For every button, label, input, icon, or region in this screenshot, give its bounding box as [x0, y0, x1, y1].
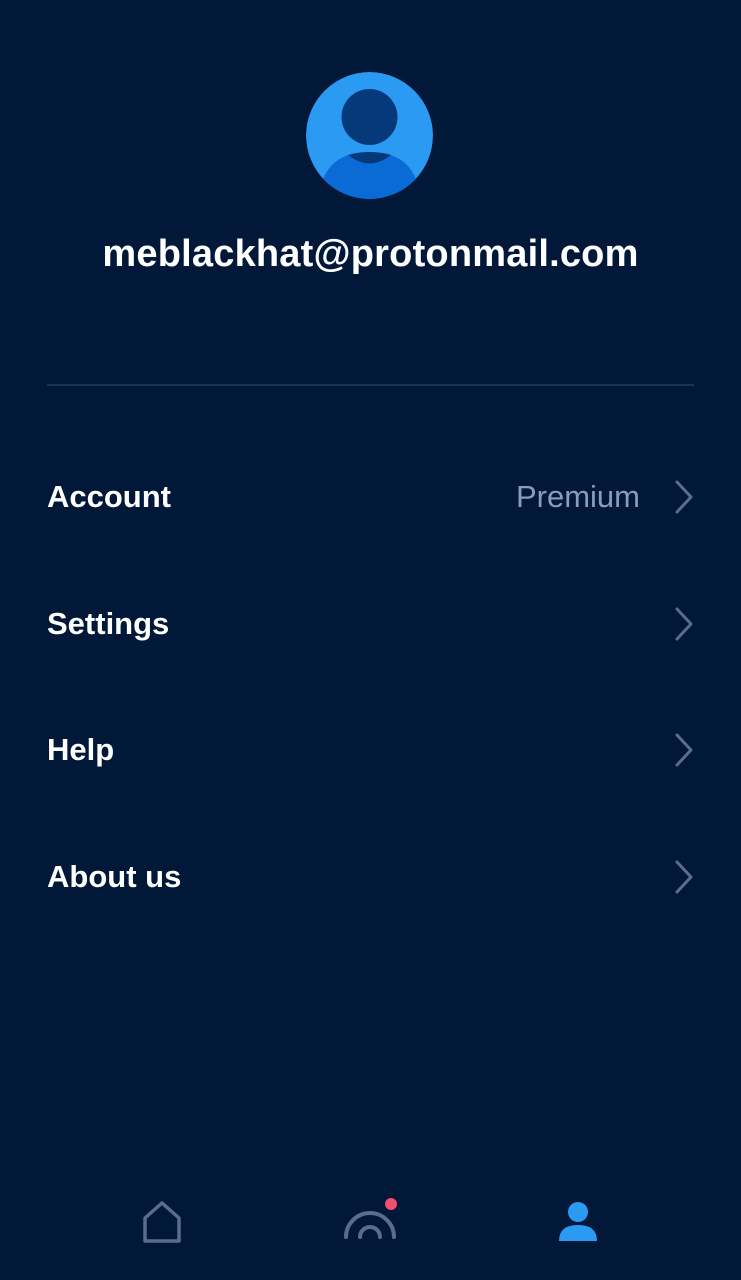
notification-dot — [385, 1198, 397, 1210]
settings-menu: Account Premium Settings Help About us — [0, 434, 741, 940]
home-icon — [142, 1200, 182, 1249]
profile-screen: meblackhat@protonmail.com Account Premiu… — [0, 0, 741, 1280]
account-plan-value: Premium — [515, 479, 640, 515]
tab-connection[interactable] — [330, 1196, 410, 1252]
menu-item-settings[interactable]: Settings — [0, 561, 741, 688]
menu-item-label: Account — [47, 479, 171, 515]
user-avatar-icon — [306, 72, 433, 199]
menu-item-label: Help — [47, 732, 115, 768]
chevron-right-icon — [674, 607, 694, 641]
menu-item-label: About us — [47, 858, 182, 894]
menu-item-label: Settings — [47, 605, 170, 641]
chevron-right-icon — [674, 480, 694, 514]
divider — [47, 384, 694, 386]
tab-profile[interactable] — [538, 1196, 618, 1252]
bottom-tab-bar — [0, 1180, 741, 1280]
menu-item-about-us[interactable]: About us — [0, 814, 741, 941]
menu-item-help[interactable]: Help — [0, 687, 741, 814]
chevron-right-icon — [674, 733, 694, 767]
profile-icon — [557, 1201, 599, 1248]
chevron-right-icon — [674, 860, 694, 894]
menu-item-account[interactable]: Account Premium — [0, 434, 741, 561]
tab-home[interactable] — [122, 1196, 202, 1252]
account-email: meblackhat@protonmail.com — [102, 233, 639, 275]
